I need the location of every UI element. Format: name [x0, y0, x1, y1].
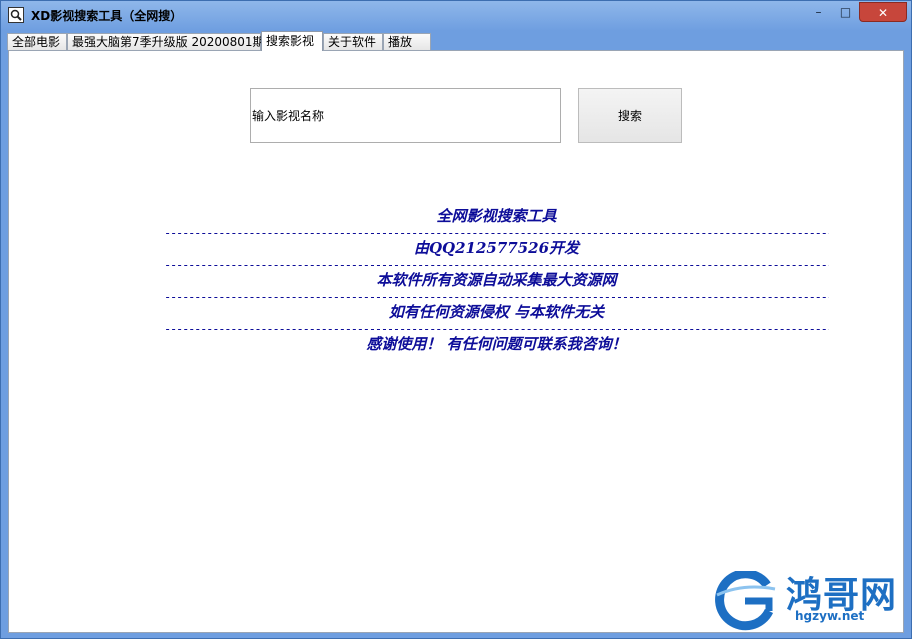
tab-all-movies[interactable]: 全部电影: [7, 33, 67, 50]
search-panel: 搜索 全网影视搜索工具 ----------------------------…: [8, 50, 904, 633]
app-window: XD影视搜索工具（全网搜） – □ ✕ 全部电影 最强大脑第7季升级版 2020…: [0, 0, 912, 639]
tab-search[interactable]: 搜索影视: [261, 31, 323, 51]
search-app-icon: [8, 7, 24, 23]
minimize-button[interactable]: –: [805, 2, 832, 22]
divider: ----------------------------------------…: [164, 292, 829, 302]
info-line-source: 本软件所有资源自动采集最大资源网: [376, 271, 617, 289]
divider: ----------------------------------------…: [164, 228, 829, 238]
watermark: 鸿哥网 hgzyw.net: [713, 569, 912, 631]
info-line-disclaimer: 如有任何资源侵权 与本软件无关: [388, 303, 605, 321]
tab-about[interactable]: 关于软件: [323, 33, 383, 50]
tab-bar: 全部电影 最强大脑第7季升级版 20200801期 搜索影视 关于软件 播放: [7, 31, 905, 51]
divider: ----------------------------------------…: [164, 260, 829, 270]
info-line-thanks: 感谢使用！ 有任何问题可联系我咨询！: [366, 335, 627, 353]
info-line-title: 全网影视搜索工具: [436, 207, 557, 225]
close-icon: ✕: [877, 6, 889, 20]
tab-episode[interactable]: 最强大脑第7季升级版 20200801期: [67, 33, 265, 50]
window-title: XD影视搜索工具（全网搜）: [31, 9, 183, 23]
watermark-url: hgzyw.net: [795, 609, 865, 623]
info-line-developer: 由QQ212577526开发: [413, 239, 580, 257]
watermark-logo-icon: [715, 569, 776, 631]
divider: ----------------------------------------…: [164, 324, 829, 334]
title-bar[interactable]: XD影视搜索工具（全网搜） – □ ✕: [1, 1, 911, 29]
tab-play[interactable]: 播放: [383, 33, 431, 50]
search-input[interactable]: [250, 88, 561, 143]
maximize-button[interactable]: □: [832, 2, 859, 22]
search-button[interactable]: 搜索: [578, 88, 682, 143]
close-button[interactable]: ✕: [859, 2, 907, 22]
